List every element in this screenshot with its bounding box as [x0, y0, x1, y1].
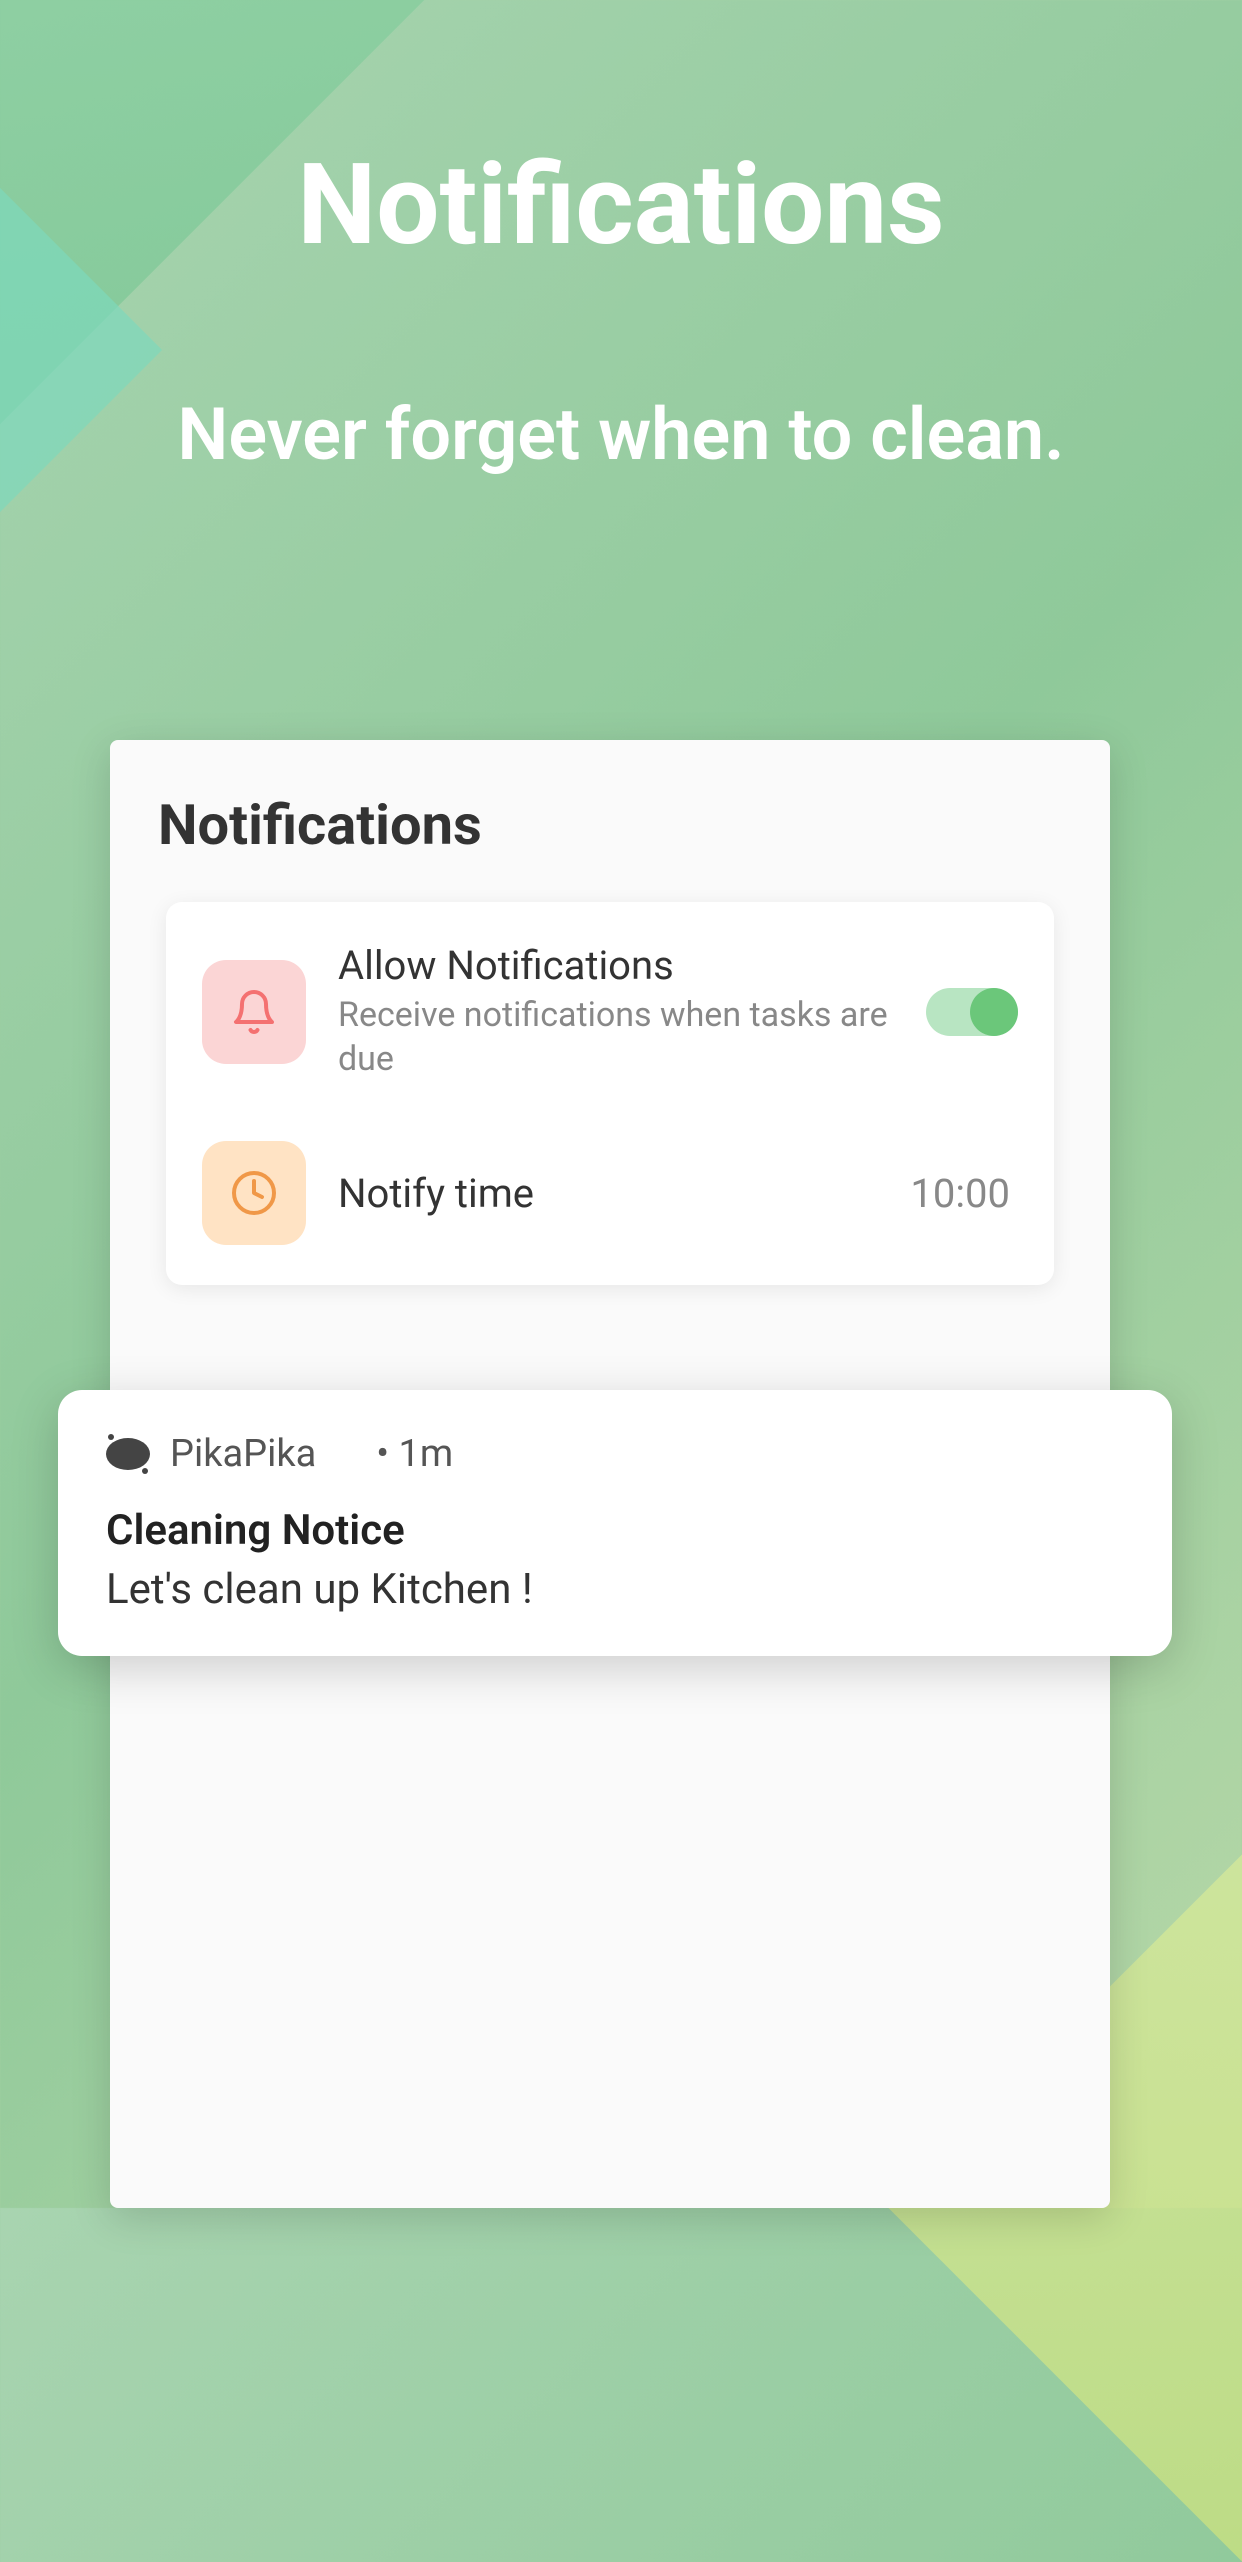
notification-body: Let's clean up Kitchen ! [106, 1565, 1124, 1614]
setting-allow-title: Allow Notifications [338, 942, 894, 989]
setting-row-allow-notifications[interactable]: Allow Notifications Receive notification… [166, 912, 1054, 1111]
panel-title: Notifications [158, 792, 1062, 858]
page-title: Notifications [0, 140, 1242, 271]
notification-app-name: PikaPika [170, 1432, 316, 1476]
setting-text: Allow Notifications Receive notification… [338, 942, 894, 1081]
setting-notify-time-title: Notify time [338, 1170, 878, 1217]
notification-card[interactable]: PikaPika • 1m Cleaning Notice Let's clea… [58, 1390, 1172, 1656]
app-icon [106, 1438, 150, 1470]
page-subtitle: Never forget when to clean. [0, 390, 1242, 480]
allow-notifications-toggle[interactable] [926, 988, 1018, 1036]
toggle-knob [970, 988, 1018, 1036]
notification-time: • 1m [376, 1432, 453, 1476]
bell-icon [202, 960, 306, 1064]
settings-card: Allow Notifications Receive notification… [166, 902, 1054, 1285]
notification-title: Cleaning Notice [106, 1506, 1124, 1555]
clock-icon [202, 1141, 306, 1245]
setting-row-notify-time[interactable]: Notify time 10:00 [166, 1111, 1054, 1275]
setting-allow-subtitle: Receive notifications when tasks are due [338, 993, 894, 1081]
notify-time-value: 10:00 [910, 1170, 1010, 1217]
setting-text: Notify time [338, 1170, 878, 1217]
notification-header: PikaPika • 1m [106, 1432, 1124, 1476]
